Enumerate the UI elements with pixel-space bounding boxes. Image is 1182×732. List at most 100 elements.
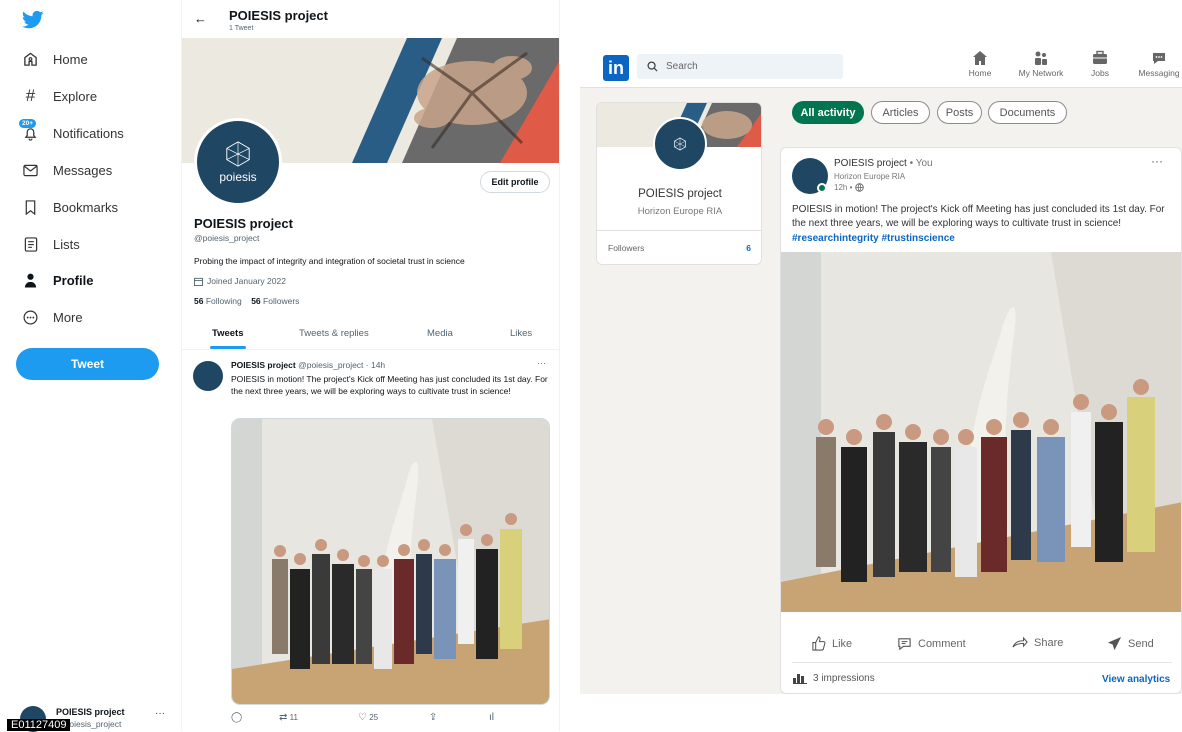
tab-media[interactable]: Media [427, 328, 453, 339]
twitter-bird-icon[interactable] [22, 10, 44, 30]
like-label: Like [832, 637, 853, 650]
tweet-text: POIESIS in motion! The project's Kick of… [231, 374, 548, 396]
nav-label: Messaging [1138, 68, 1180, 78]
search-icon [647, 61, 658, 72]
tab-tweets-replies[interactable]: Tweets & replies [299, 328, 369, 339]
sidebar-item-more[interactable]: More [22, 306, 83, 328]
analytics-icon[interactable]: ıl [489, 712, 494, 723]
post-author-line: POIESIS project • You [834, 158, 933, 169]
sidebar-item-home[interactable]: Home [22, 48, 88, 70]
sidebar-item-messages[interactable]: Messages [22, 159, 112, 181]
nav-messaging[interactable]: Messaging [1129, 50, 1182, 78]
profile-header-bar: ← POIESIS project 1 Tweet [182, 0, 559, 38]
linkedin-panel: in Search Home My Network Jobs Messaging [580, 44, 1182, 694]
post-time: 12h • [834, 183, 865, 192]
sidebar-item-bookmarks[interactable]: Bookmarks [22, 196, 118, 218]
retweet-button[interactable]: ⇄ 11 [279, 712, 298, 723]
tweet-author[interactable]: POIESIS project [231, 360, 296, 370]
tweet-more-icon[interactable]: ··· [537, 358, 546, 368]
post-photo[interactable] [781, 252, 1181, 612]
sidebar-item-notifications[interactable]: 20+ Notifications [19, 118, 124, 144]
comment-button[interactable]: Comment [897, 636, 966, 651]
poiesis-logo-icon [226, 141, 250, 167]
active-tab-indicator [210, 346, 246, 349]
filter-all-activity[interactable]: All activity [792, 101, 864, 124]
mail-icon [22, 162, 39, 179]
view-analytics-link[interactable]: View analytics [1102, 674, 1170, 685]
nav-home[interactable]: Home [950, 50, 1010, 78]
reply-icon[interactable]: ◯ [231, 712, 242, 723]
post-more-icon[interactable]: ··· [1151, 154, 1163, 168]
list-icon [22, 236, 39, 253]
linkedin-topbar: in Search Home My Network Jobs Messaging [580, 44, 1182, 88]
post-hashtags[interactable]: #researchintegrity #trustinscience [792, 233, 955, 244]
send-label: Send [1128, 637, 1154, 650]
sidebar-item-lists[interactable]: Lists [22, 233, 80, 255]
tweet-header: POIESIS project @poiesis_project · 14h [231, 360, 385, 370]
tweet-button[interactable]: Tweet [16, 348, 159, 380]
header-title: POIESIS project [229, 8, 328, 23]
following-link[interactable]: 56 Following [194, 296, 242, 306]
post-avatar[interactable] [792, 158, 828, 194]
company-subtitle: Horizon Europe RIA [637, 206, 723, 217]
tab-likes[interactable]: Likes [510, 328, 532, 339]
like-button[interactable]: Like [811, 636, 852, 651]
sidebar-item-explore[interactable]: # Explore [22, 85, 97, 107]
notification-badge: 20+ [19, 118, 37, 128]
group-photo-graphic [781, 252, 1181, 612]
followers-count: 56 [251, 296, 261, 306]
profile-avatar[interactable]: poiesis [194, 118, 282, 206]
send-icon [1107, 636, 1122, 651]
avatar-text: poiesis [219, 170, 257, 184]
linkedin-logo-icon[interactable]: in [603, 55, 629, 81]
group-photo-graphic [232, 419, 549, 704]
search-box[interactable]: Search [637, 54, 843, 79]
heart-icon: ♡ [358, 712, 367, 723]
card-divider [597, 230, 761, 231]
back-arrow-icon[interactable]: ← [194, 11, 207, 26]
profile-name: POIESIS project [194, 216, 293, 231]
tweet-avatar[interactable] [193, 361, 223, 391]
share-icon[interactable]: ⇪ [429, 712, 437, 723]
company-name[interactable]: POIESIS project [597, 188, 761, 200]
share-button[interactable]: Share [1012, 636, 1063, 649]
hashtag-icon: # [25, 86, 36, 105]
joined-date: Joined January 2022 [194, 276, 286, 286]
like-button[interactable]: ♡ 25 [358, 712, 378, 723]
sidebar-item-profile[interactable]: Profile [22, 269, 93, 291]
impressions-text: 3 impressions [813, 672, 875, 684]
filter-documents[interactable]: Documents [988, 101, 1067, 124]
share-arrow-icon [1012, 636, 1028, 648]
nav-label: My Network [1018, 68, 1064, 78]
post-divider [792, 662, 1172, 663]
search-placeholder: Search [666, 61, 698, 72]
tweet-photo[interactable] [231, 418, 550, 705]
tab-tweets[interactable]: Tweets [212, 328, 244, 339]
following-label: Following [205, 296, 242, 306]
sidebar-item-label: Messages [53, 162, 113, 178]
nav-my-network[interactable]: My Network [1011, 50, 1071, 78]
header-subtitle: 1 Tweet [229, 25, 254, 32]
joined-text: Joined January 2022 [207, 276, 286, 286]
company-avatar[interactable] [653, 117, 707, 171]
nav-label: Jobs [1091, 68, 1109, 78]
nav-jobs[interactable]: Jobs [1070, 50, 1130, 78]
briefcase-icon [1093, 50, 1107, 64]
profile-tabs: Tweets Tweets & replies Media Likes [182, 322, 559, 350]
followers-count: 6 [746, 243, 751, 253]
post-author[interactable]: POIESIS project [834, 158, 907, 169]
more-dots-icon[interactable]: ··· [155, 708, 165, 719]
image-id-overlay: E01127409 [7, 719, 71, 731]
filter-articles[interactable]: Articles [871, 101, 930, 124]
sidebar-item-label: Explore [53, 88, 98, 104]
filter-posts[interactable]: Posts [937, 101, 982, 124]
impressions-row[interactable]: 3 impressions [793, 672, 875, 684]
post-time-text: 12h • [834, 183, 853, 192]
edit-profile-button[interactable]: Edit profile [480, 171, 550, 193]
followers-link[interactable]: 56 Followers [251, 296, 299, 306]
following-count: 56 [194, 296, 204, 306]
retweet-icon: ⇄ [279, 712, 288, 723]
followers-row[interactable]: Followers 6 [597, 243, 761, 257]
send-button[interactable]: Send [1107, 636, 1154, 651]
sidebar-item-label: Home [53, 51, 88, 67]
